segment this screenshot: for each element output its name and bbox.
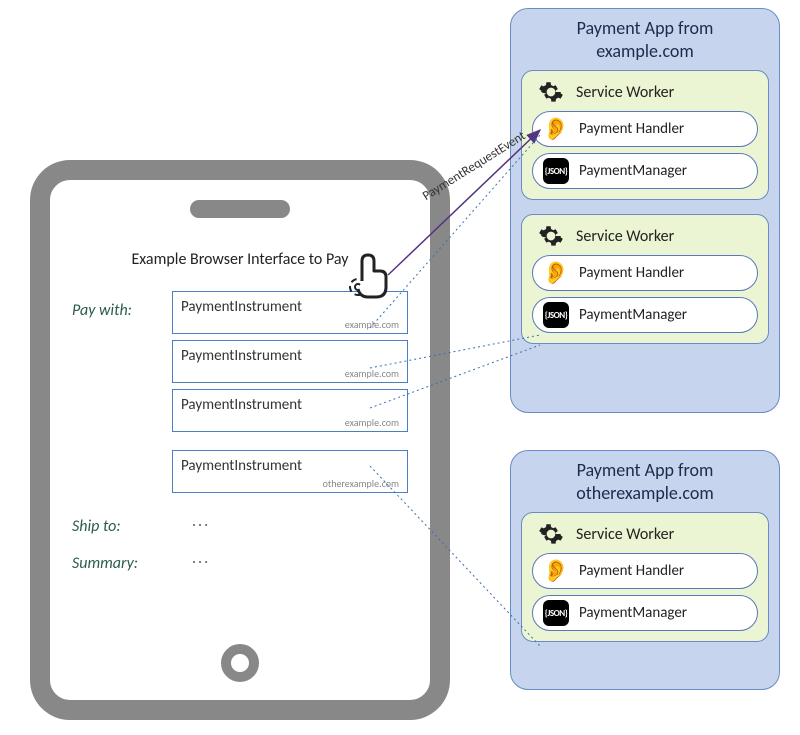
app-title: Payment App from example.com bbox=[521, 17, 769, 62]
pay-with-row: Pay with: PaymentInstrument example.com … bbox=[72, 291, 408, 499]
summary-row: Summary: ... bbox=[72, 544, 408, 573]
tap-hand-icon bbox=[340, 245, 400, 305]
sw-title: Service Worker bbox=[576, 83, 674, 102]
ear-icon: 👂 bbox=[543, 260, 569, 286]
service-worker-box: Service Worker 👂 Payment Handler {JSON} … bbox=[521, 70, 769, 200]
payment-instrument[interactable]: PaymentInstrument otherexample.com bbox=[172, 450, 408, 493]
gear-icon bbox=[538, 223, 564, 249]
instrument-name: PaymentInstrument bbox=[181, 457, 399, 475]
instrument-origin: example.com bbox=[181, 318, 399, 331]
ship-to-row: Ship to: ... bbox=[72, 507, 408, 536]
payment-handler-pill: 👂 Payment Handler bbox=[532, 255, 758, 291]
payment-handler-label: Payment Handler bbox=[579, 120, 684, 138]
service-worker-box: Service Worker 👂 Payment Handler {JSON} … bbox=[521, 512, 769, 642]
instrument-name: PaymentInstrument bbox=[181, 396, 399, 414]
phone-screen: Example Browser Interface to Pay Pay wit… bbox=[50, 250, 430, 620]
payment-manager-pill: {JSON} PaymentManager bbox=[532, 153, 758, 189]
app-title: Payment App from otherexample.com bbox=[521, 459, 769, 504]
sw-header: Service Worker bbox=[532, 521, 758, 547]
instrument-origin: example.com bbox=[181, 416, 399, 429]
payment-manager-label: PaymentManager bbox=[579, 306, 687, 324]
payment-manager-pill: {JSON} PaymentManager bbox=[532, 297, 758, 333]
instrument-name: PaymentInstrument bbox=[181, 347, 399, 365]
phone-speaker bbox=[190, 200, 290, 218]
ship-to-value: ... bbox=[192, 512, 210, 531]
instrument-origin: otherexample.com bbox=[181, 477, 399, 490]
payment-handler-pill: 👂 Payment Handler bbox=[532, 553, 758, 589]
pay-with-label: Pay with: bbox=[72, 291, 172, 320]
payment-manager-label: PaymentManager bbox=[579, 162, 687, 180]
payment-manager-pill: {JSON} PaymentManager bbox=[532, 595, 758, 631]
instrument-list: PaymentInstrument example.com PaymentIns… bbox=[172, 291, 408, 499]
payment-instrument[interactable]: PaymentInstrument example.com bbox=[172, 389, 408, 432]
ship-to-label: Ship to: bbox=[72, 507, 172, 536]
json-icon: {JSON} bbox=[543, 302, 569, 328]
summary-label: Summary: bbox=[72, 544, 172, 573]
json-icon: {JSON} bbox=[543, 600, 569, 626]
payment-app-otherexample: Payment App from otherexample.com Servic… bbox=[510, 450, 780, 690]
sw-header: Service Worker bbox=[532, 79, 758, 105]
ear-icon: 👂 bbox=[543, 558, 569, 584]
payment-handler-label: Payment Handler bbox=[579, 264, 684, 282]
payment-instrument[interactable]: PaymentInstrument example.com bbox=[172, 340, 408, 383]
payment-handler-label: Payment Handler bbox=[579, 562, 684, 580]
phone-frame: Example Browser Interface to Pay Pay wit… bbox=[30, 160, 450, 720]
gear-icon bbox=[538, 79, 564, 105]
phone-home-button[interactable] bbox=[221, 644, 259, 682]
json-icon: {JSON} bbox=[543, 158, 569, 184]
service-worker-box: Service Worker 👂 Payment Handler {JSON} … bbox=[521, 214, 769, 344]
gear-icon bbox=[538, 521, 564, 547]
summary-value: ... bbox=[192, 549, 210, 568]
sw-title: Service Worker bbox=[576, 227, 674, 246]
payment-manager-label: PaymentManager bbox=[579, 604, 687, 622]
instrument-origin: example.com bbox=[181, 367, 399, 380]
payment-handler-pill: 👂 Payment Handler bbox=[532, 111, 758, 147]
payment-app-example: Payment App from example.com Service Wor… bbox=[510, 8, 780, 413]
sw-header: Service Worker bbox=[532, 223, 758, 249]
ear-icon: 👂 bbox=[543, 116, 569, 142]
sw-title: Service Worker bbox=[576, 525, 674, 544]
